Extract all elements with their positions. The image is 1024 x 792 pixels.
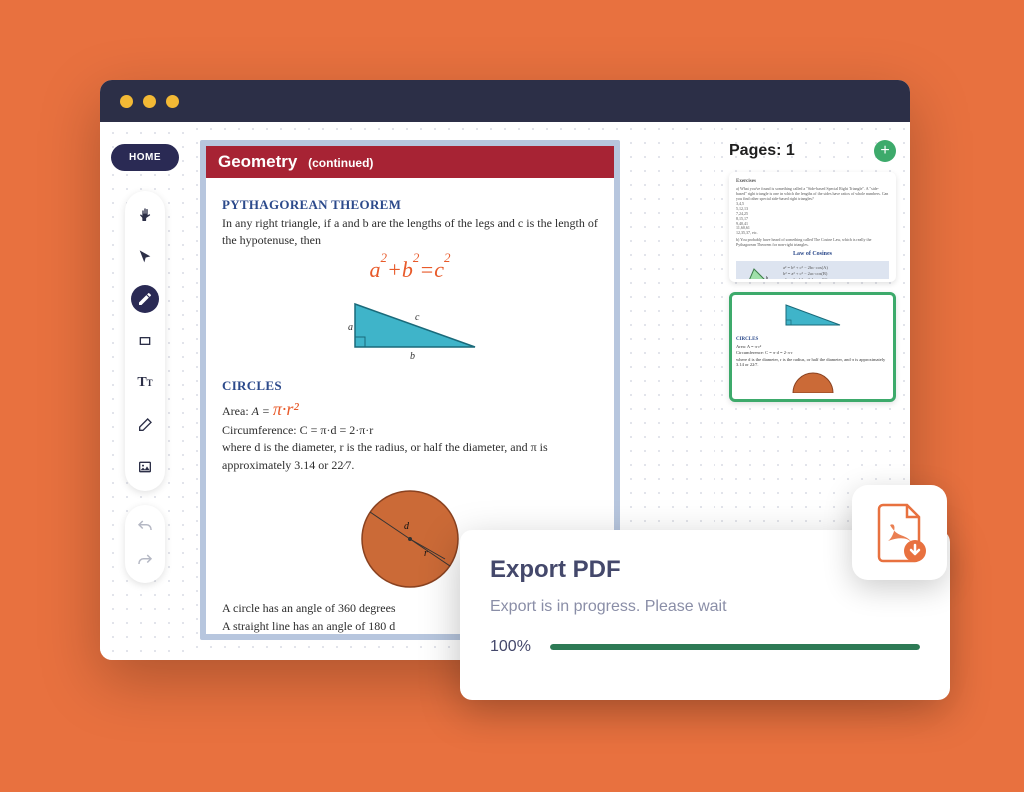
circle-circ-line: Circumference: C = π·d = 2·π·r — [222, 422, 598, 439]
pan-tool-icon[interactable] — [131, 201, 159, 229]
svg-text:b: b — [410, 351, 415, 362]
page-thumbnail-2[interactable]: CIRCLES Area: A = π·r² Circumference: C … — [729, 292, 896, 402]
titlebar — [100, 80, 910, 122]
section-circles-title: CIRCLES — [222, 377, 598, 396]
eraser-tool-icon[interactable] — [131, 411, 159, 439]
pages-label: Pages: 1 — [729, 142, 795, 160]
circle-where-line: where d is the diameter, r is the radius… — [222, 439, 598, 474]
export-progress: 100% — [490, 638, 920, 656]
image-tool-icon[interactable] — [131, 453, 159, 481]
circle-area-line: Area: A = π·r² — [222, 396, 598, 422]
svg-text:a: a — [348, 322, 353, 333]
svg-text:c: c — [415, 312, 420, 323]
export-percent: 100% — [490, 638, 536, 656]
add-page-button[interactable]: + — [874, 140, 896, 162]
text-tool-icon[interactable]: TT — [131, 369, 159, 397]
export-progress-bar — [550, 644, 920, 650]
pythag-formula: a2+b2=c2 — [222, 254, 598, 286]
undo-button[interactable] — [131, 513, 159, 541]
home-button[interactable]: HOME — [111, 144, 179, 171]
svg-text:b: b — [766, 275, 768, 280]
svg-text:a: a — [743, 278, 745, 282]
triangle-illustration: a b c — [222, 292, 598, 367]
window-minimize-icon[interactable] — [143, 95, 156, 108]
svg-text:r: r — [424, 548, 428, 559]
doc-title: Geometry — [218, 152, 297, 171]
pythag-body: In any right triangle, if a and b are th… — [222, 215, 598, 250]
history-pill — [125, 505, 165, 583]
section-pythagorean-title: PYTHAGOREAN THEOREM — [222, 196, 598, 215]
window-maximize-icon[interactable] — [166, 95, 179, 108]
redo-button[interactable] — [131, 547, 159, 575]
export-message: Export is in progress. Please wait — [490, 598, 920, 616]
doc-header: Geometry (continued) — [206, 146, 614, 178]
left-toolbar: HOME TT — [100, 122, 190, 660]
rectangle-tool-icon[interactable] — [131, 327, 159, 355]
window-close-icon[interactable] — [120, 95, 133, 108]
select-tool-icon[interactable] — [131, 243, 159, 271]
page-thumbnail-1[interactable]: Exercises a) What you've found is someth… — [729, 172, 896, 282]
tools-pill: TT — [125, 191, 165, 491]
pdf-file-icon — [852, 485, 947, 580]
doc-subtitle: (continued) — [308, 156, 373, 170]
pen-tool-icon[interactable] — [131, 285, 159, 313]
